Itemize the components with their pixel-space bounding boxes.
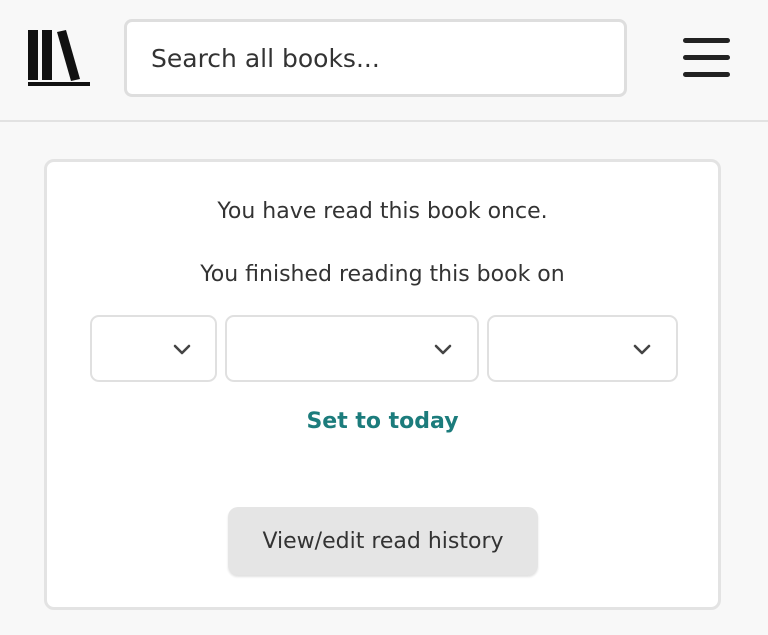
search-input[interactable] [124,19,627,97]
chevron-down-icon [434,344,452,355]
hamburger-menu-icon[interactable] [679,36,733,80]
read-status-card: You have read this book once. You finish… [44,159,721,610]
chevron-down-icon [173,344,191,355]
month-select[interactable] [225,315,479,382]
finished-reading-text: You finished reading this book on [200,262,565,287]
bookshelf-logo-icon[interactable] [28,30,92,86]
year-select[interactable] [487,315,678,382]
read-count-text: You have read this book once. [217,199,548,224]
chevron-down-icon [633,344,651,355]
top-navigation-bar [0,0,768,122]
set-to-today-link[interactable]: Set to today [47,409,718,434]
day-select[interactable] [90,315,217,382]
view-edit-read-history-button[interactable]: View/edit read history [228,507,538,575]
